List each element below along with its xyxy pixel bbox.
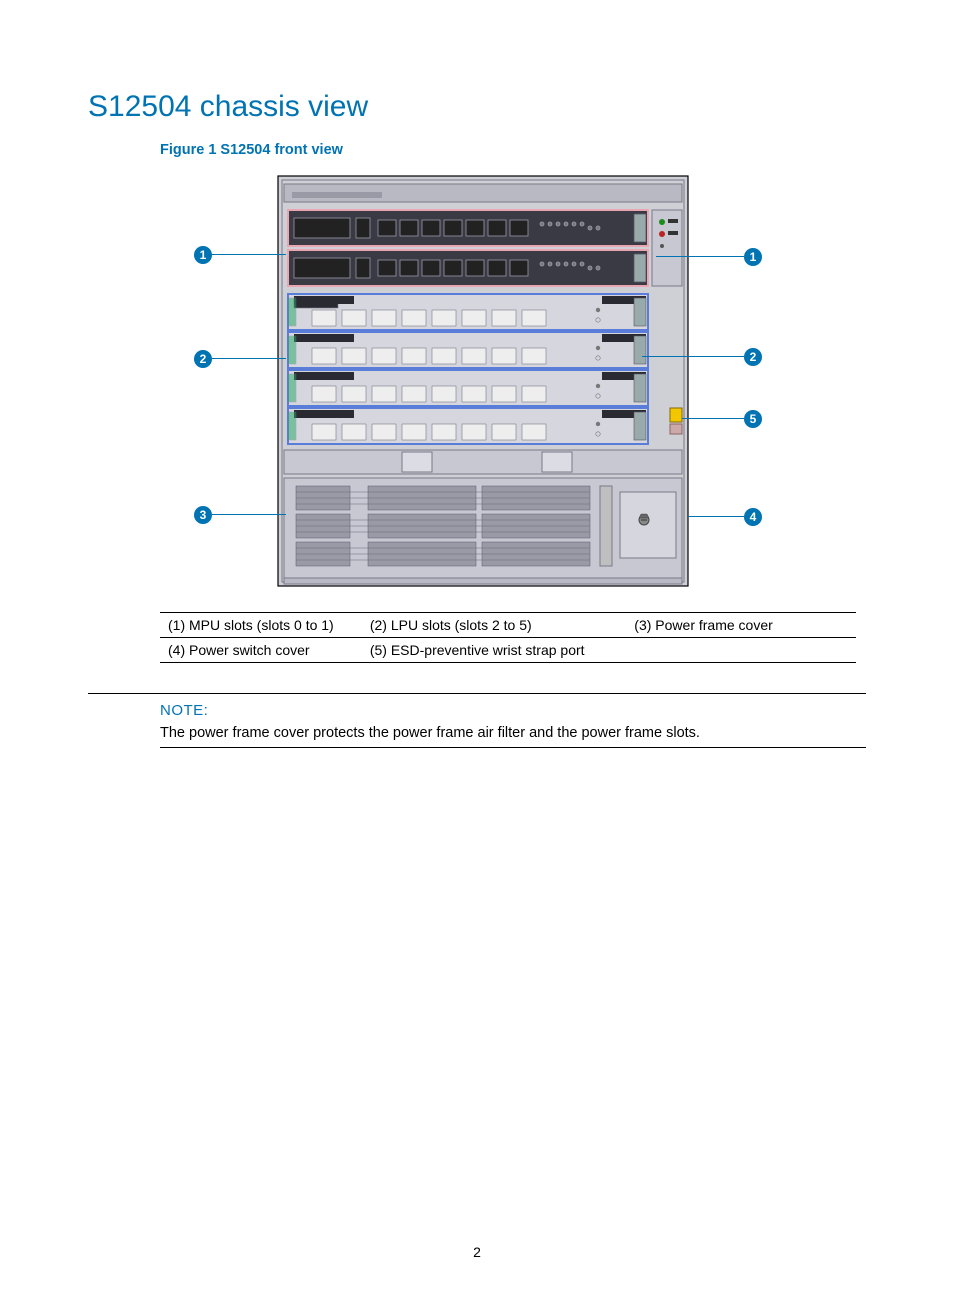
callout-2-left: 2 [194,350,212,368]
callout-3-left: 3 [194,506,212,524]
legend-cell: (3) Power frame cover [626,613,856,638]
callout-line [688,516,744,517]
callout-line [212,514,286,515]
callout-line [642,356,744,357]
callout-line [212,254,286,255]
callout-line [212,358,286,359]
note-separator [88,693,866,694]
page-number: 2 [0,1244,954,1260]
callout-2-right: 2 [744,348,762,366]
legend-cell [626,638,856,663]
callout-1-left: 1 [194,246,212,264]
legend-cell: (1) MPU slots (slots 0 to 1) [160,613,362,638]
figure-caption: Figure 1 S12504 front view [160,142,866,158]
callout-1-right: 1 [744,248,762,266]
note-text: The power frame cover protects the power… [160,725,866,748]
table-row: (4) Power switch cover (5) ESD-preventiv… [160,638,856,663]
legend-cell: (2) LPU slots (slots 2 to 5) [362,613,626,638]
callout-5-right: 5 [744,410,762,428]
legend-cell: (5) ESD-preventive wrist strap port [362,638,626,663]
chassis-diagram: 1 1 2 2 3 5 4 [182,170,772,594]
callout-line [656,256,744,257]
table-row: (1) MPU slots (slots 0 to 1) (2) LPU slo… [160,613,856,638]
page-title: S12504 chassis view [88,90,866,124]
legend-cell: (4) Power switch cover [160,638,362,663]
note-label: NOTE: [160,702,866,719]
callout-line [682,418,744,419]
callout-4-right: 4 [744,508,762,526]
figure-legend-table: (1) MPU slots (slots 0 to 1) (2) LPU slo… [160,612,856,663]
